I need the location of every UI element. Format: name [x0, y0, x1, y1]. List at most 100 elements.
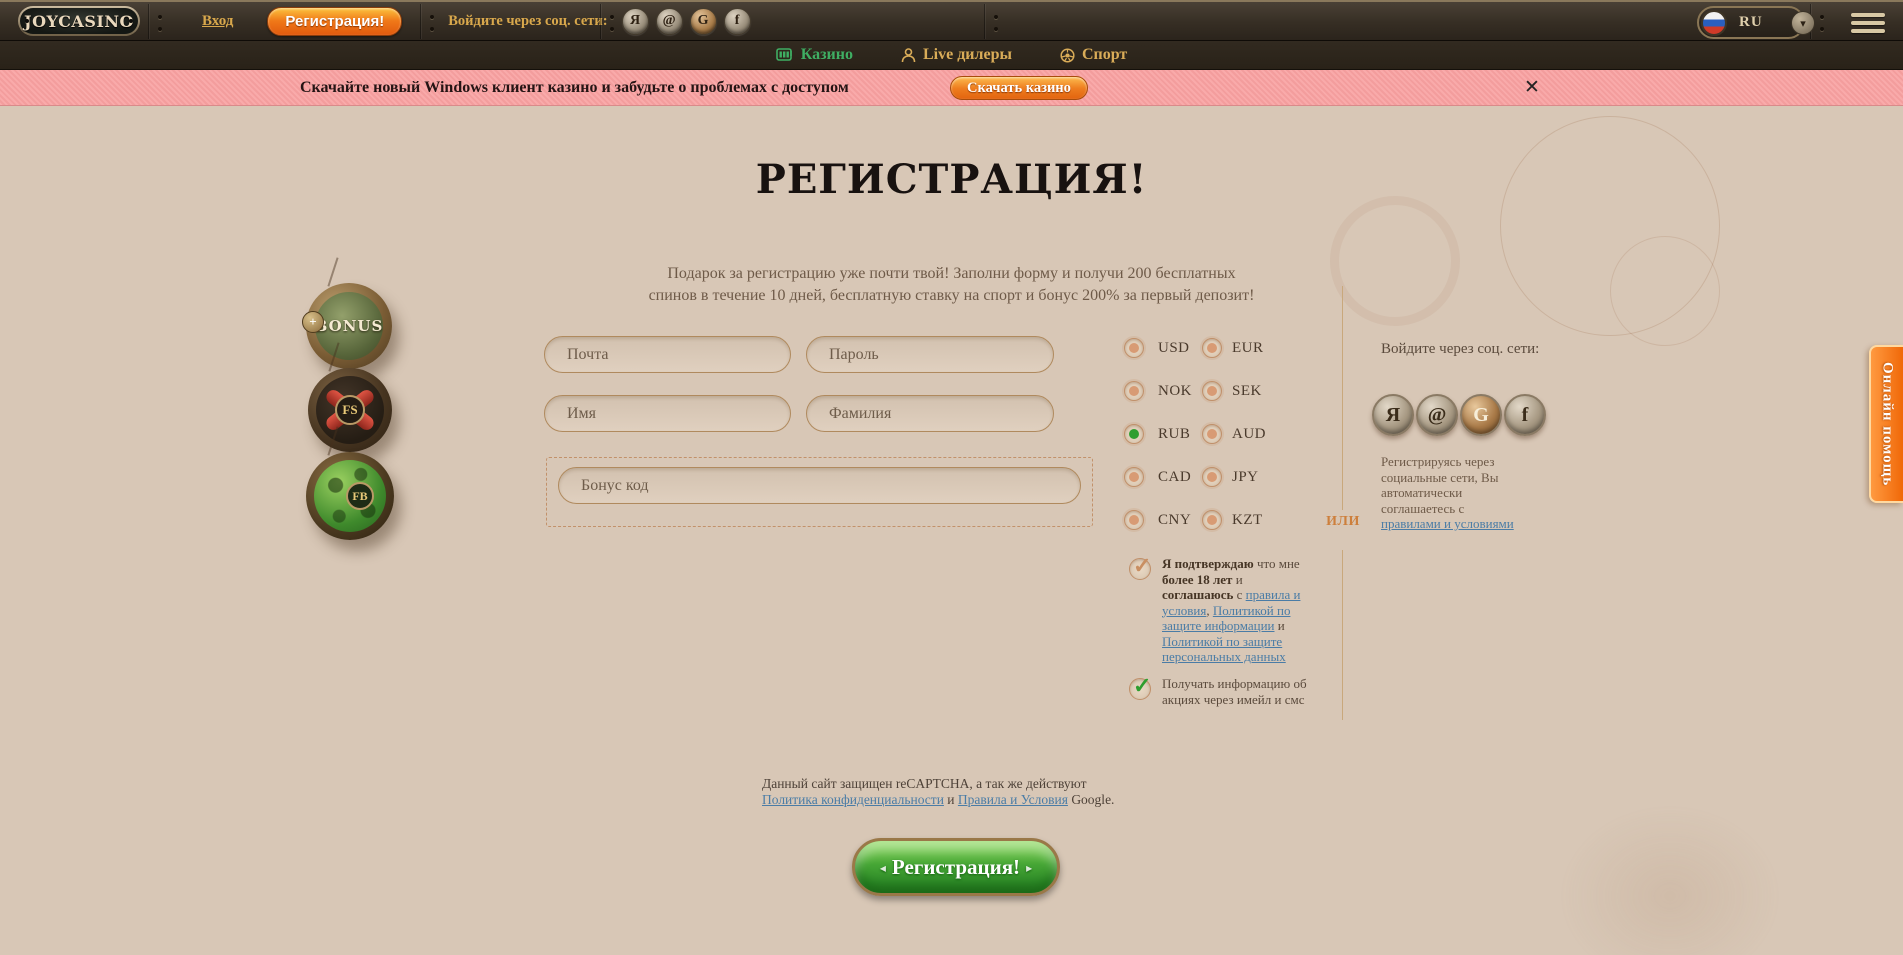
currency-label: KZT	[1232, 512, 1266, 529]
menu-button[interactable]	[1851, 13, 1885, 37]
freespins-medal: FS	[308, 368, 392, 452]
rivet	[430, 15, 434, 19]
submit-registration-button[interactable]: ◂Регистрация!▸	[852, 838, 1060, 896]
promo-emails-checkbox[interactable]	[1129, 678, 1151, 700]
rivet	[610, 27, 614, 31]
medal-label: FS	[335, 395, 365, 425]
bold-text: Я подтверждаю	[1162, 556, 1254, 571]
currency-label: USD	[1158, 340, 1202, 357]
social-login-title: Войдите через соц. сети:	[1381, 340, 1539, 359]
bonus-code-field[interactable]	[558, 467, 1081, 504]
joycasino-registration-page: JOYCASINO Вход Регистрация! Войдите чере…	[0, 0, 1903, 955]
tab-casino[interactable]: Казино	[776, 46, 853, 64]
currency-radio-rub[interactable]	[1124, 424, 1144, 444]
language-selector[interactable]: RU ▾	[1697, 6, 1805, 39]
currency-label: CAD	[1158, 469, 1202, 486]
currency-radio-cad[interactable]	[1124, 467, 1144, 487]
currency-radio-sek[interactable]	[1202, 381, 1222, 401]
google-icon[interactable]: G	[690, 8, 717, 35]
download-banner: Скачайте новый Windows клиент казино и з…	[0, 70, 1903, 106]
freebet-medal: FB	[306, 452, 394, 540]
text: и	[1275, 618, 1285, 633]
close-icon[interactable]: ✕	[1524, 76, 1540, 98]
currency-selector: USD EUR NOK SEK RUB AUD CAD JPY	[1124, 338, 1266, 553]
facebook-icon[interactable]: f	[1504, 394, 1546, 436]
burger-bar	[1851, 21, 1885, 25]
slots-icon	[776, 48, 794, 63]
logo-plate: JOYCASINO	[20, 8, 138, 34]
registration-section: РЕГИСТРАЦИЯ! Подарок за регистрацию уже …	[0, 106, 1903, 955]
tab-live-dealers[interactable]: Live дилеры	[901, 46, 1012, 64]
password-field[interactable]	[806, 336, 1054, 373]
page-subtitle: Подарок за регистрацию уже почти твой! З…	[0, 263, 1903, 307]
currency-label: CNY	[1158, 512, 1202, 529]
currency-label: RUB	[1158, 426, 1202, 443]
mailru-icon[interactable]: @	[1416, 394, 1458, 436]
divider	[984, 4, 985, 39]
logo[interactable]: JOYCASINO	[18, 6, 140, 36]
promo-emails-text: Получать информацию об акциях через имей…	[1162, 676, 1322, 707]
tab-sport[interactable]: Спорт	[1060, 46, 1127, 64]
vertical-divider	[1342, 286, 1343, 510]
ball-icon	[1060, 48, 1075, 63]
facebook-icon[interactable]: f	[724, 8, 751, 35]
yandex-icon[interactable]: Я	[1372, 394, 1414, 436]
currency-radio-usd[interactable]	[1124, 338, 1144, 358]
burger-bar	[1851, 13, 1885, 17]
mailru-icon[interactable]: @	[656, 8, 683, 35]
rivet	[1820, 27, 1824, 31]
russia-flag-icon	[1701, 10, 1727, 36]
or-label: ИЛИ	[1320, 514, 1366, 530]
social-login-label: Войдите через соц. сети:	[448, 13, 607, 30]
chevron-down-icon[interactable]: ▾	[1791, 11, 1815, 35]
currency-radio-eur[interactable]	[1202, 338, 1222, 358]
rivet	[1820, 15, 1824, 19]
currency-radio-nok[interactable]	[1124, 381, 1144, 401]
logo-text: JOYCASINO	[24, 12, 134, 31]
currency-radio-jpy[interactable]	[1202, 467, 1222, 487]
privacy-policy-link[interactable]: Политика конфиденциальности	[762, 792, 944, 807]
currency-row: CAD JPY	[1124, 467, 1266, 487]
social-login-buttons: Я @ G f	[1372, 394, 1546, 436]
download-casino-button[interactable]: Скачать казино	[950, 76, 1088, 100]
tab-label: Спорт	[1082, 46, 1127, 64]
online-help-tab[interactable]: Онлайн помощь	[1869, 345, 1903, 503]
rivet	[158, 27, 162, 31]
rivet	[610, 15, 614, 19]
email-field[interactable]	[544, 336, 791, 373]
divider	[148, 4, 149, 39]
currency-label: EUR	[1232, 340, 1266, 357]
plus-coin-icon: +	[302, 311, 324, 333]
left-arrow-icon: ◂	[874, 861, 892, 875]
language-code: RU	[1739, 14, 1763, 31]
text: что мне	[1254, 556, 1300, 571]
age-terms-checkbox[interactable]	[1129, 558, 1151, 580]
currency-row: NOK SEK	[1124, 381, 1266, 401]
text: с	[1233, 587, 1245, 602]
currency-label: SEK	[1232, 383, 1266, 400]
currency-row: CNY KZT	[1124, 510, 1266, 530]
social-login-icons: Я @ G f	[622, 8, 751, 35]
login-link[interactable]: Вход	[202, 13, 233, 30]
yandex-icon[interactable]: Я	[622, 8, 649, 35]
social-login-note: Регистрируясь через социальные сети, Вы …	[1381, 454, 1521, 532]
currency-radio-kzt[interactable]	[1202, 510, 1222, 530]
first-name-field[interactable]	[544, 395, 791, 432]
terms-link[interactable]: правилами и условиями	[1381, 516, 1514, 531]
personal-data-policy-link[interactable]: Политикой по защите персональных данных	[1162, 634, 1286, 665]
last-name-field[interactable]	[806, 395, 1054, 432]
tab-label: Live дилеры	[923, 46, 1012, 64]
currency-radio-aud[interactable]	[1202, 424, 1222, 444]
currency-label: JPY	[1232, 469, 1266, 486]
register-button[interactable]: Регистрация!	[267, 7, 402, 36]
google-icon[interactable]: G	[1460, 394, 1502, 436]
main-nav: Казино Live дилеры Спорт	[0, 41, 1903, 70]
google-terms-link[interactable]: Правила и Условия	[958, 792, 1068, 807]
currency-radio-cny[interactable]	[1124, 510, 1144, 530]
text: и	[1232, 572, 1242, 587]
medal-label: BONUS	[315, 317, 384, 335]
bold-text: более 18 лет	[1162, 572, 1232, 587]
recaptcha-note: Данный сайт защищен reCAPTCHA, а так же …	[762, 776, 1142, 808]
help-tab-label: Онлайн помощь	[1879, 362, 1896, 486]
medal-face: BONUS	[315, 292, 383, 360]
